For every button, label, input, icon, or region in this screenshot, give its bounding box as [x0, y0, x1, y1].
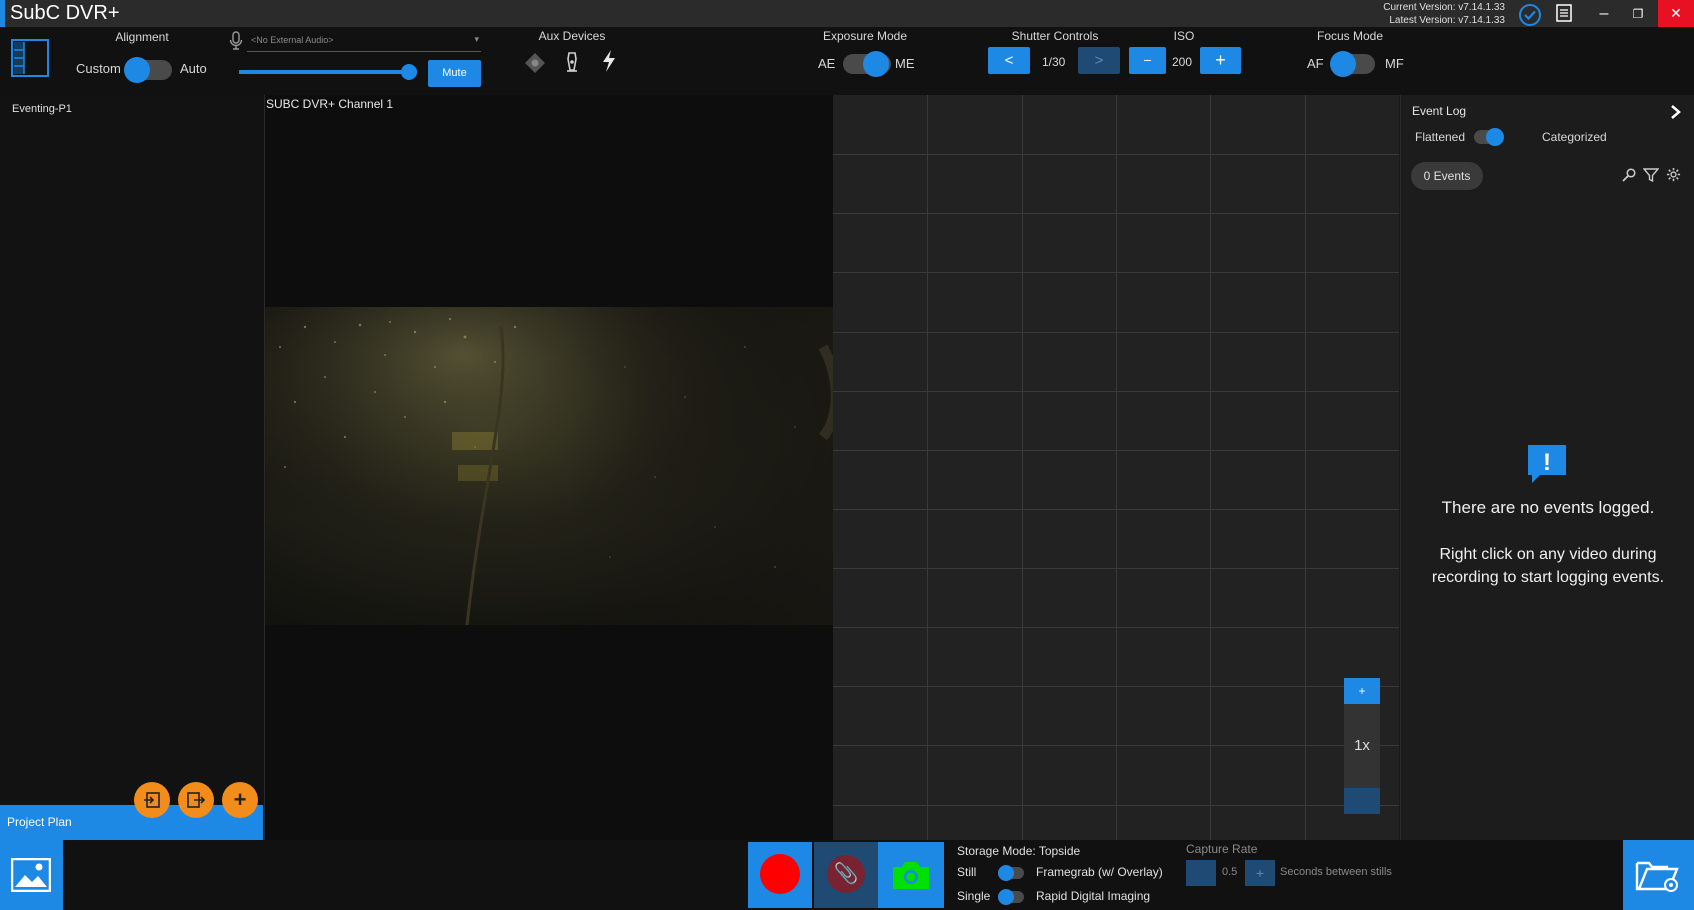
- audio-source-value: <No External Audio>: [251, 35, 334, 45]
- iso-decrease-button[interactable]: −: [1129, 47, 1166, 74]
- project-plan-label: Project Plan: [7, 815, 72, 829]
- capture-rate-increase-button[interactable]: +: [1245, 860, 1275, 886]
- camera-icon: [893, 862, 929, 889]
- iso-increase-button[interactable]: +: [1200, 47, 1241, 74]
- laser-icon[interactable]: [524, 52, 546, 79]
- zoom-out-button[interactable]: [1344, 788, 1380, 814]
- events-count-badge[interactable]: 0 Events: [1411, 162, 1483, 190]
- channel-label: SUBC DVR+ Channel 1: [266, 97, 394, 111]
- open-folder-button[interactable]: [1623, 840, 1694, 910]
- record-button[interactable]: [748, 842, 812, 908]
- exposure-toggle[interactable]: [843, 51, 891, 77]
- latest-version: Latest Version: v7.14.1.33: [1389, 15, 1505, 26]
- capture-still-button[interactable]: [878, 842, 944, 908]
- shutter-controls-label: Shutter Controls: [1011, 29, 1099, 43]
- capture-rate-label: Capture Rate: [1186, 842, 1258, 856]
- volume-fill: [239, 70, 409, 74]
- light-icon[interactable]: [562, 50, 582, 79]
- layout-panel-icon[interactable]: [11, 39, 49, 82]
- zoom-in-button[interactable]: +: [1344, 678, 1380, 704]
- version-info: Current Version: v7.14.1.33 Latest Versi…: [1340, 1, 1505, 27]
- alert-glyph: !: [1543, 449, 1551, 476]
- capture-rate-unit: Seconds between stills: [1280, 866, 1392, 878]
- storage-mode-label: Storage Mode: Topside: [957, 844, 1081, 858]
- gallery-icon: [11, 858, 51, 892]
- mute-button[interactable]: Mute: [428, 60, 481, 87]
- focus-mode-label: Focus Mode: [1316, 29, 1384, 43]
- overlay-grid: [833, 95, 1399, 840]
- current-version: Current Version: v7.14.1.33: [1383, 2, 1505, 13]
- alignment-label: Alignment: [115, 30, 169, 44]
- video-panel[interactable]: SUBC DVR+ Channel 1: [265, 95, 833, 840]
- zoom-level: 1x: [1344, 704, 1380, 788]
- event-log-title: Event Log: [1412, 104, 1467, 118]
- project-name[interactable]: Eventing-P1: [12, 103, 72, 115]
- export-icon[interactable]: [178, 782, 214, 818]
- restore-icon[interactable]: ❐: [1627, 3, 1649, 25]
- version-ok-icon[interactable]: [1517, 3, 1543, 26]
- strobe-icon[interactable]: [600, 49, 618, 78]
- toolbar: Alignment Custom Auto <No External Audio…: [0, 27, 1694, 95]
- rdi-label: Rapid Digital Imaging: [1036, 889, 1151, 903]
- alignment-custom-label: Custom: [76, 61, 121, 76]
- notes-icon[interactable]: [1553, 3, 1575, 25]
- bottom-bar: 📎 Storage Mode: Topside Still Framegrab …: [0, 840, 1694, 910]
- alignment-toggle[interactable]: [124, 57, 172, 83]
- microphone-icon: [229, 31, 243, 56]
- attach-button[interactable]: 📎: [814, 842, 878, 908]
- video-feed[interactable]: [265, 307, 833, 625]
- search-icon[interactable]: [1622, 168, 1636, 187]
- iso-value: 200: [1172, 55, 1193, 69]
- alignment-auto-label: Auto: [180, 61, 207, 76]
- folder-settings-icon: [1635, 861, 1679, 892]
- empty-state-title: There are no events logged.: [1441, 498, 1655, 517]
- still-framegrab-toggle[interactable]: [998, 865, 1024, 881]
- volume-slider[interactable]: [239, 64, 417, 80]
- import-icon[interactable]: [134, 782, 170, 818]
- exposure-me-label: ME: [895, 56, 915, 71]
- event-log-panel: Event Log Flattened Categorized 0 Events…: [1400, 95, 1694, 840]
- project-plan-bar[interactable]: Project Plan: [0, 805, 263, 840]
- focus-af-label: AF: [1307, 56, 1324, 71]
- shutter-value: 1/30: [1042, 55, 1066, 69]
- close-icon[interactable]: ✕: [1658, 0, 1694, 27]
- filter-icon[interactable]: [1642, 167, 1660, 188]
- empty-state-hint: Right click on any video during recordin…: [1431, 546, 1665, 586]
- collapse-chevron-icon[interactable]: [1669, 104, 1683, 125]
- categorized-label: Categorized: [1542, 130, 1607, 144]
- grid-panel[interactable]: + 1x: [833, 95, 1399, 840]
- title-bar: SubC DVR+ Current Version: v7.14.1.33 La…: [0, 0, 1694, 27]
- exposure-mode-label: Exposure Mode: [822, 29, 908, 43]
- app-title: SubC DVR+: [10, 2, 120, 24]
- audio-source-select[interactable]: <No External Audio> ▾: [247, 30, 481, 52]
- aux-devices-label: Aux Devices: [538, 29, 606, 43]
- alert-bubble-icon: !: [1526, 443, 1568, 485]
- capture-rate-value: 0.5: [1222, 866, 1238, 878]
- minimize-icon[interactable]: –: [1593, 3, 1615, 25]
- focus-toggle[interactable]: [1330, 51, 1375, 77]
- add-project-button[interactable]: +: [222, 782, 258, 818]
- framegrab-label: Framegrab (w/ Overlay): [1036, 865, 1163, 879]
- capture-rate-decrease-button[interactable]: [1186, 860, 1216, 886]
- title-accent: [0, 0, 5, 27]
- chevron-down-icon: ▾: [474, 34, 479, 44]
- record-dot-icon: [760, 854, 800, 894]
- paperclip-icon: 📎: [827, 855, 865, 893]
- iso-label: ISO: [1173, 29, 1195, 43]
- shutter-prev-button[interactable]: <: [988, 47, 1030, 74]
- left-panel: Eventing-P1 Project Plan +: [0, 95, 265, 840]
- event-view-toggle[interactable]: [1474, 128, 1504, 146]
- focus-mf-label: MF: [1385, 56, 1404, 71]
- single-rdi-toggle[interactable]: [998, 889, 1024, 905]
- shutter-next-button[interactable]: >: [1078, 47, 1120, 74]
- flattened-label: Flattened: [1415, 130, 1466, 144]
- exposure-ae-label: AE: [818, 56, 836, 71]
- volume-thumb[interactable]: [401, 64, 417, 80]
- gallery-button[interactable]: [0, 840, 63, 910]
- settings-gear-icon[interactable]: [1666, 167, 1681, 187]
- still-label: Still: [957, 865, 977, 879]
- single-label: Single: [957, 889, 991, 903]
